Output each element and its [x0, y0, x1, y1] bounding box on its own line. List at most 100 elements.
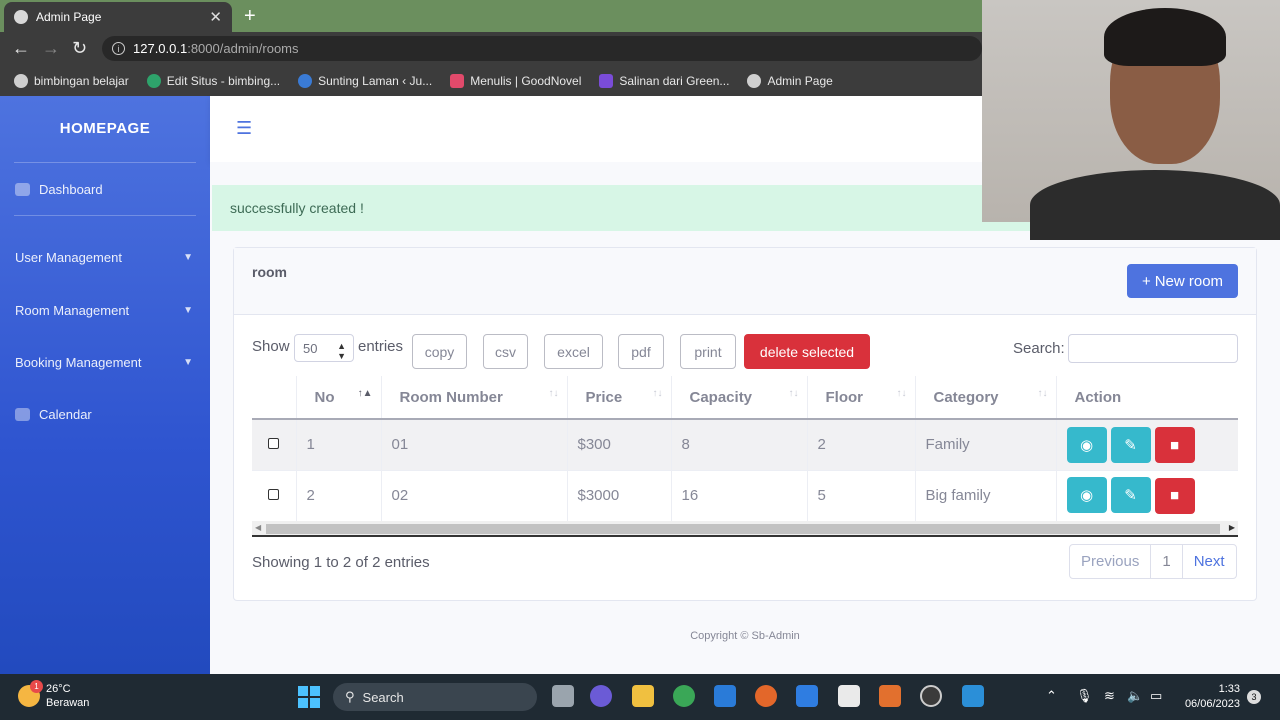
- wifi-icon[interactable]: ≋: [1104, 688, 1115, 704]
- clock[interactable]: 1:33 06/06/2023: [1180, 682, 1240, 712]
- csv-button[interactable]: csv: [483, 334, 528, 369]
- dropbox-icon[interactable]: [796, 685, 818, 707]
- taskbar-search[interactable]: ⚲ Search: [333, 683, 537, 711]
- vscode-icon[interactable]: [962, 685, 984, 707]
- notification-badge[interactable]: 3: [1247, 690, 1261, 704]
- excel-button[interactable]: excel: [544, 334, 603, 369]
- sort-icon: ↑↓: [788, 388, 799, 399]
- view-button[interactable]: ◉: [1066, 477, 1107, 514]
- site-info-icon[interactable]: i: [112, 42, 125, 55]
- globe-icon: [747, 73, 762, 88]
- bookmark-item[interactable]: bimbingan belajar: [14, 73, 129, 88]
- back-icon[interactable]: ←: [12, 38, 30, 59]
- microphone-icon[interactable]: 🎙: [1076, 688, 1093, 704]
- previous-page-button[interactable]: Previous: [1070, 545, 1152, 578]
- bookmark-item[interactable]: Salinan dari Green...: [599, 73, 729, 88]
- pdf-button[interactable]: pdf: [618, 334, 664, 369]
- cell-capacity: 16: [671, 470, 808, 522]
- edit-button[interactable]: ✎: [1110, 477, 1151, 514]
- dashboard-icon: [15, 183, 30, 196]
- chrome-icon[interactable]: [673, 685, 695, 707]
- column-header-action: Action: [1056, 376, 1238, 420]
- weather-icon: 1: [18, 680, 43, 707]
- view-button[interactable]: ◉: [1066, 426, 1107, 463]
- cell-floor: 2: [807, 419, 916, 471]
- close-tab-icon[interactable]: ✕: [209, 8, 222, 26]
- url-bar[interactable]: i 127.0.0.1:8000/admin/rooms: [102, 36, 982, 61]
- entries-select[interactable]: 50 ▲ ▼: [294, 334, 354, 362]
- table-row: 1 01 $300 8 2 Family ◉ ✎ ■: [252, 419, 1238, 471]
- column-header-no[interactable]: No ↑▲: [296, 376, 382, 420]
- search-icon: ⚲: [345, 689, 355, 704]
- mail-icon[interactable]: [714, 685, 736, 707]
- row-checkbox[interactable]: [268, 438, 279, 450]
- cell-actions: ◉ ✎ ■: [1056, 419, 1238, 471]
- cell-price: $3000: [567, 470, 672, 522]
- screen: Admin Page ✕ + ← → ↻ i 127.0.0.1:8000/ad…: [0, 0, 1280, 720]
- search-input[interactable]: [1068, 334, 1238, 363]
- footer-copyright: Copyright © Sb-Admin: [690, 630, 800, 642]
- delete-button[interactable]: ■: [1154, 477, 1195, 514]
- column-header-price[interactable]: Price ↑↓: [567, 376, 672, 420]
- scroll-right-icon[interactable]: ▶: [1229, 523, 1235, 532]
- sidebar: HOMEPAGE Dashboard User Management ▼ Roo…: [0, 96, 210, 674]
- column-header-room-number[interactable]: Room Number ↑↓: [381, 376, 568, 420]
- cell-category: Family: [915, 419, 1057, 471]
- url-host: 127.0.0.1: [133, 41, 188, 56]
- browser-tab[interactable]: Admin Page ✕: [4, 2, 232, 32]
- sidebar-brand[interactable]: HOMEPAGE: [0, 120, 210, 137]
- windows-start-icon[interactable]: [298, 686, 320, 708]
- goodnovel-icon: [450, 73, 465, 88]
- sidebar-item-user-management[interactable]: User Management ▼: [15, 250, 195, 265]
- sites-icon: [146, 73, 161, 88]
- row-checkbox[interactable]: [268, 489, 279, 500]
- copy-button[interactable]: copy: [412, 334, 467, 369]
- bookmark-item[interactable]: Edit Situs - bimbing...: [146, 73, 280, 88]
- page-1-button[interactable]: 1: [1151, 545, 1183, 578]
- card-header: room + New room: [234, 248, 1256, 315]
- cell-floor: 5: [807, 470, 916, 522]
- horizontal-scrollbar[interactable]: ◀ ▶: [252, 521, 1238, 537]
- scroll-left-icon[interactable]: ◀: [255, 523, 261, 532]
- teams-icon[interactable]: [590, 685, 612, 707]
- select-column-header[interactable]: [252, 376, 297, 420]
- reload-icon[interactable]: ↻: [72, 38, 87, 59]
- bookmark-item[interactable]: Admin Page: [747, 73, 833, 88]
- column-header-capacity[interactable]: Capacity ↑↓: [671, 376, 808, 420]
- amazon-icon[interactable]: [838, 685, 860, 707]
- edit-button[interactable]: ✎: [1110, 426, 1151, 463]
- chevron-up-icon[interactable]: ⌃: [1046, 688, 1057, 704]
- volume-icon[interactable]: 🔈: [1127, 688, 1143, 704]
- chevron-down-icon: ▼: [183, 305, 193, 316]
- delete-selected-button[interactable]: delete selected: [744, 334, 870, 369]
- forward-icon[interactable]: →: [42, 38, 60, 59]
- task-view-icon[interactable]: [552, 685, 574, 707]
- menu-toggle-icon[interactable]: ☰: [236, 118, 252, 139]
- new-room-button[interactable]: + New room: [1127, 264, 1238, 298]
- obs-icon[interactable]: [920, 685, 942, 707]
- sidebar-item-room-management[interactable]: Room Management ▼: [15, 303, 195, 318]
- table-controls: Show 50 ▲ ▼ entries copy csv excel pdf pr…: [252, 334, 1238, 370]
- column-header-category[interactable]: Category ↑↓: [915, 376, 1057, 420]
- firefox-icon[interactable]: [755, 685, 777, 707]
- weather-widget[interactable]: 1 26°C Berawan: [18, 680, 89, 710]
- xampp-icon[interactable]: [879, 685, 901, 707]
- new-tab-icon[interactable]: +: [244, 5, 256, 28]
- scrollbar-thumb[interactable]: [266, 524, 1220, 534]
- battery-icon[interactable]: ▭: [1150, 688, 1162, 704]
- sidebar-item-calendar[interactable]: Calendar: [15, 407, 195, 422]
- file-explorer-icon[interactable]: [632, 685, 654, 707]
- bookmark-item[interactable]: Menulis | GoodNovel: [450, 73, 581, 88]
- cell-no: 1: [296, 419, 382, 471]
- sidebar-item-dashboard[interactable]: Dashboard: [15, 182, 195, 197]
- delete-button[interactable]: ■: [1154, 427, 1195, 463]
- table-header-row: No ↑▲ Room Number ↑↓ Price ↑↓ Capacity ↑↓ Fl…: [252, 376, 1238, 420]
- room-card: room + New room Show 50 ▲ ▼ entries copy …: [233, 247, 1257, 601]
- sidebar-item-booking-management[interactable]: Booking Management ▼: [15, 355, 195, 370]
- column-header-floor[interactable]: Floor ↑↓: [807, 376, 916, 420]
- sort-icon: ↑↓: [896, 388, 907, 399]
- trash-icon: ■: [1169, 487, 1180, 505]
- print-button[interactable]: print: [680, 334, 736, 369]
- bookmark-item[interactable]: Sunting Laman ‹ Ju...: [298, 73, 432, 88]
- next-page-button[interactable]: Next: [1183, 545, 1236, 578]
